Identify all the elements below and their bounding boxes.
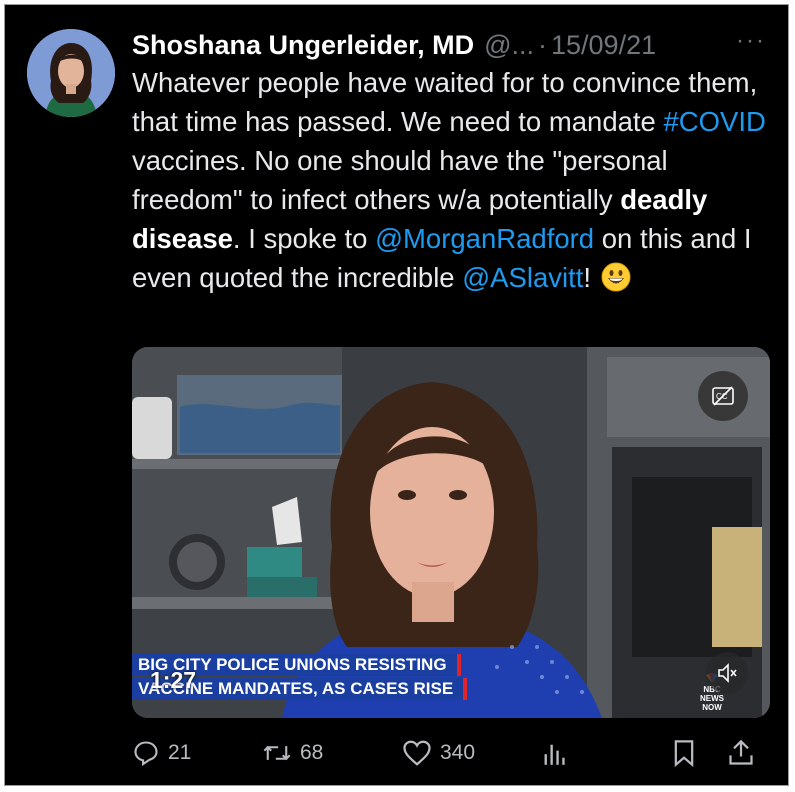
mute-button[interactable] xyxy=(706,652,748,694)
avatar-image xyxy=(27,29,115,117)
like-button[interactable]: 340 xyxy=(402,733,475,773)
tweet-text-part: vaccines. No one should have the "person… xyxy=(132,145,668,215)
author-handle[interactable]: @... xyxy=(484,30,534,61)
views-bar-chart-icon xyxy=(544,744,565,765)
tweet-text: Whatever people have waited for to convi… xyxy=(132,63,782,297)
like-count: 340 xyxy=(440,741,476,764)
bookmark-icon xyxy=(674,740,694,767)
tweet-text-part: ! xyxy=(583,262,592,293)
bookmark-button[interactable] xyxy=(672,733,704,773)
retweet-count: 68 xyxy=(300,741,324,764)
grinning-face-emoji-icon xyxy=(601,262,631,292)
share-button[interactable] xyxy=(728,733,762,773)
avatar[interactable] xyxy=(27,29,115,117)
views-button[interactable] xyxy=(542,733,574,773)
mention-link[interactable]: @MorganRadford xyxy=(375,223,594,254)
tweet-date[interactable]: 15/09/21 xyxy=(551,30,656,61)
mention-link[interactable]: @ASlavitt xyxy=(462,262,583,293)
captions-icon: CC xyxy=(712,386,734,406)
tweet-text-part: . I spoke to xyxy=(232,223,376,254)
tweet-header: Shoshana Ungerleider, MD @... · 15/09/21… xyxy=(132,27,768,63)
hashtag-link[interactable]: #COVID xyxy=(663,106,765,137)
captions-button[interactable]: CC xyxy=(698,371,748,421)
more-options-icon[interactable]: ··· xyxy=(736,27,766,55)
tweet-card: Shoshana Ungerleider, MD @... · 15/09/21… xyxy=(4,4,789,786)
retweet-button[interactable]: 68 xyxy=(262,733,323,773)
heart-icon xyxy=(403,740,431,766)
retweet-icon xyxy=(263,745,291,761)
reply-count: 21 xyxy=(168,741,192,764)
share-icon xyxy=(729,739,753,765)
speaker-muted-icon xyxy=(718,663,737,683)
separator-dot: · xyxy=(538,29,547,60)
video-timer: 1:27 xyxy=(150,667,197,693)
author-name[interactable]: Shoshana Ungerleider, MD xyxy=(132,30,474,61)
reply-button[interactable]: 21 xyxy=(132,733,191,773)
video-player[interactable]: CC BIG CITY POLICE UNIONS RESISTING VACC… xyxy=(132,347,770,718)
tweet-actions: 21 68 340 xyxy=(132,733,772,773)
reply-icon xyxy=(134,741,158,767)
